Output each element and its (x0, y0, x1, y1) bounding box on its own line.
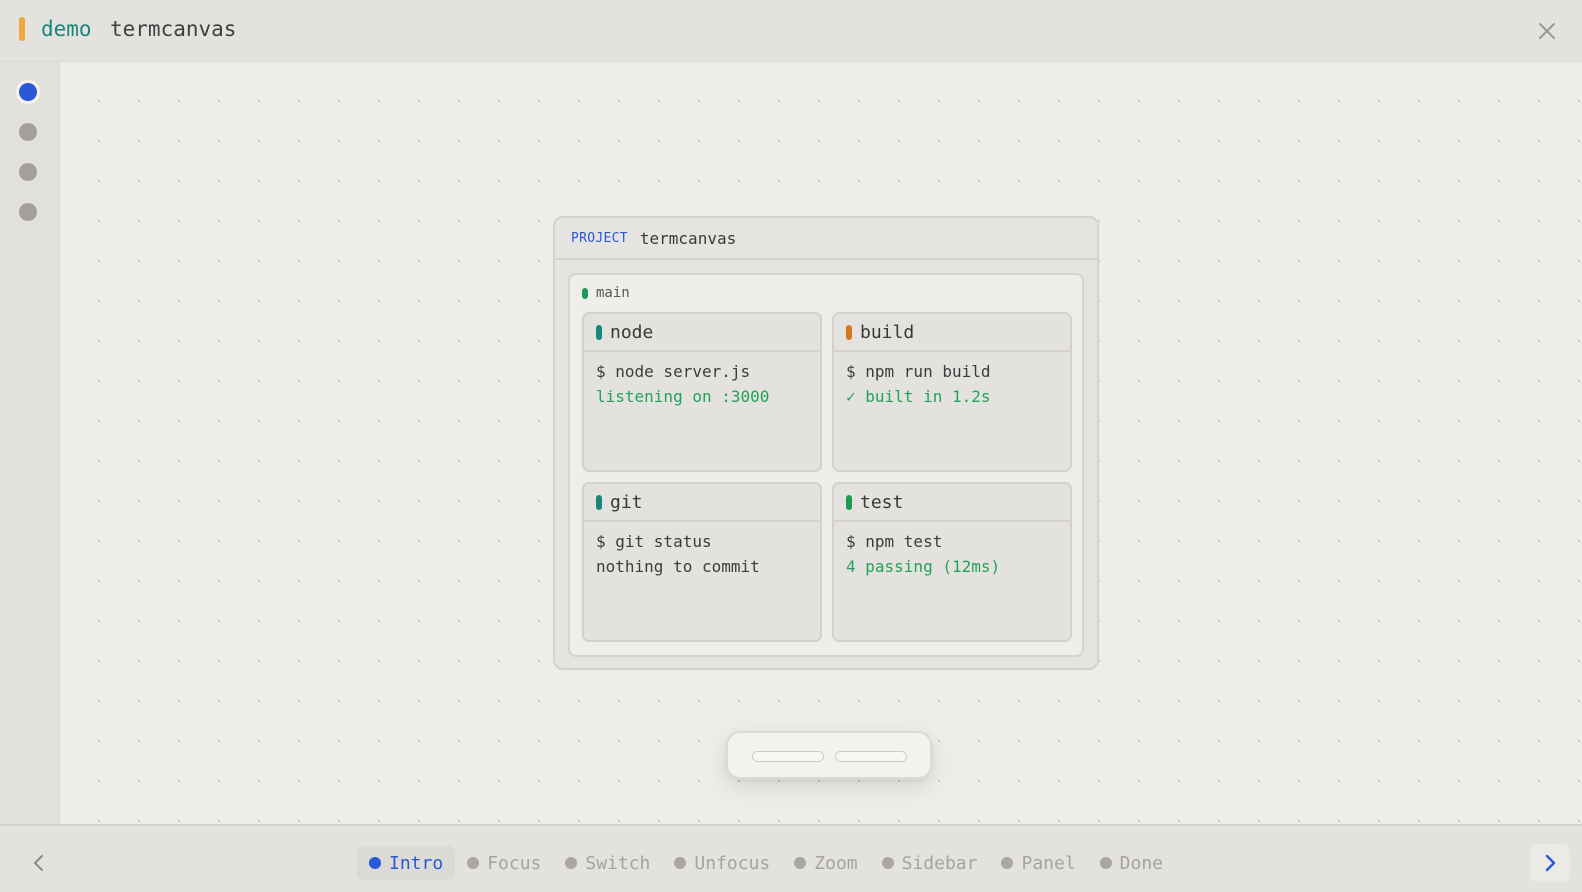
terminal-git[interactable]: git $ git status nothing to commit (582, 482, 822, 642)
chevron-left-icon (34, 855, 43, 871)
terminal-output: $ npm test 4 passing (12ms) (834, 522, 1070, 586)
terminal-node[interactable]: node $ node server.js listening on :3000 (582, 312, 822, 472)
step-label: Focus (487, 852, 542, 874)
project-header: PROJECT termcanvas (555, 218, 1097, 260)
terminal-result: nothing to commit (596, 557, 760, 576)
terminal-output: $ node server.js listening on :3000 (584, 352, 820, 416)
project-card[interactable]: PROJECT termcanvas main node $ node serv… (553, 216, 1099, 670)
title-bar: demo termcanvas (0, 0, 1582, 62)
step-label: Intro (389, 852, 444, 874)
toolbar-placeholder-button[interactable] (752, 751, 824, 762)
rail-item-3[interactable] (19, 163, 37, 181)
terminal-title: git (610, 491, 643, 513)
workspace-label: demo (41, 17, 92, 41)
step-dot (467, 857, 480, 869)
step-intro[interactable]: Intro (357, 846, 456, 880)
step-dot (1099, 857, 1112, 869)
terminal-title: build (860, 321, 915, 343)
step-panel[interactable]: Panel (989, 846, 1087, 880)
step-dot (674, 857, 687, 869)
app-title: termcanvas (110, 17, 237, 41)
terminal-title: test (860, 491, 904, 513)
step-switch[interactable]: Switch (553, 846, 662, 880)
step-label: Switch (585, 852, 651, 874)
step-dot (565, 857, 578, 869)
worktree-card[interactable]: main node $ node server.js listening on … (568, 273, 1084, 657)
terminal-result: 4 passing (12ms) (846, 557, 1001, 576)
workspace-color-marker (19, 17, 25, 41)
close-button[interactable] (1532, 16, 1562, 46)
terminal-test[interactable]: test $ npm test 4 passing (12ms) (832, 482, 1072, 642)
step-label: Done (1119, 852, 1164, 874)
terminal-command: $ npm run build (846, 362, 991, 381)
step-label: Unfocus (694, 852, 771, 874)
terminal-command: $ node server.js (596, 362, 751, 381)
rail-item-2[interactable] (19, 123, 37, 141)
chevron-right-icon (1545, 854, 1556, 872)
tour-navigation: Intro Focus Switch Unfocus Zoom Sidebar … (0, 824, 1582, 892)
worktree-label: main (596, 285, 630, 301)
terminal-header: git (584, 484, 820, 522)
step-dot (794, 857, 807, 869)
terminal-status-mark (596, 324, 602, 340)
terminal-command: $ git status (596, 532, 712, 551)
terminal-header: build (834, 314, 1070, 352)
project-tag: PROJECT (571, 230, 628, 246)
step-dot (1001, 857, 1014, 869)
terminal-command: $ npm test (846, 532, 943, 551)
terminal-header: node (584, 314, 820, 352)
step-label: Panel (1021, 852, 1076, 874)
terminal-status-mark (846, 494, 852, 510)
step-label: Zoom (814, 852, 858, 874)
step-zoom[interactable]: Zoom (782, 846, 869, 880)
step-dot (881, 857, 894, 869)
worktree-header: main (582, 285, 630, 301)
branch-status-dot (582, 287, 588, 299)
terminal-status-mark (846, 324, 852, 340)
close-icon (1539, 23, 1555, 39)
sidebar-rail (0, 62, 60, 824)
terminal-header: test (834, 484, 1070, 522)
terminal-output: $ npm run build ✓ built in 1.2s (834, 352, 1070, 416)
terminal-build[interactable]: build $ npm run build ✓ built in 1.2s (832, 312, 1072, 472)
next-step-button[interactable] (1530, 844, 1570, 882)
terminal-result: ✓ built in 1.2s (846, 387, 991, 406)
step-label: Sidebar (901, 852, 978, 874)
terminal-title: node (610, 321, 654, 343)
step-focus[interactable]: Focus (455, 846, 553, 880)
step-dot (369, 857, 381, 869)
floating-toolbar (726, 731, 932, 779)
terminal-result: listening on :3000 (596, 387, 770, 406)
step-done[interactable]: Done (1088, 846, 1175, 880)
toolbar-placeholder-button[interactable] (835, 751, 907, 762)
previous-step-button[interactable] (24, 848, 54, 878)
project-name: termcanvas (639, 228, 737, 248)
tour-steps: Intro Focus Switch Unfocus Zoom Sidebar … (357, 846, 1175, 880)
terminal-output: $ git status nothing to commit (584, 522, 820, 586)
rail-item-1[interactable] (19, 83, 37, 101)
step-unfocus[interactable]: Unfocus (662, 846, 782, 880)
rail-item-4[interactable] (19, 203, 37, 221)
terminal-status-mark (596, 494, 602, 510)
step-sidebar[interactable]: Sidebar (870, 846, 990, 880)
